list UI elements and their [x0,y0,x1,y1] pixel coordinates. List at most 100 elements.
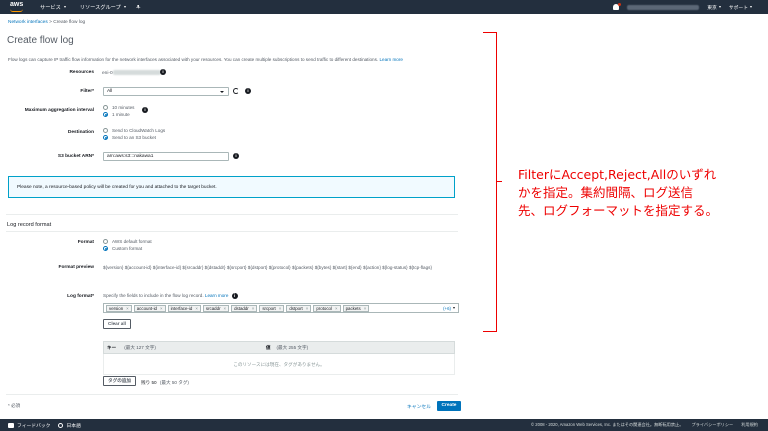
token-label: srcport [262,305,276,311]
radio-label: Send to CloudWatch Logs [112,127,166,133]
close-icon[interactable]: × [364,306,367,311]
notification-badge [618,3,622,6]
info-icon[interactable]: i [160,69,166,75]
token-label: account-id [136,305,157,311]
tag-key-header: キー [107,344,117,350]
breadcrumb-separator: > [49,20,52,25]
language-selector[interactable]: 日本語 [58,422,81,429]
page-description: Flow logs can capture IP traffic flow in… [8,57,403,62]
tags-empty-message: このリソースには現在、タグがありません。 [103,354,455,375]
support-menu[interactable]: サポート [729,4,752,11]
breadcrumb: Network interfaces > Create flow log [8,20,85,25]
destination-radio-group: Send to CloudWatch Logs Send to an S3 bu… [103,127,165,140]
add-tag-button[interactable]: タグの追加 [103,376,136,386]
learn-more-link[interactable]: Learn more [379,57,403,62]
token-srcaddr[interactable]: srcaddr × [202,304,230,312]
interval-label: Maximum aggregation interval [24,108,94,113]
cancel-button[interactable]: キャンセル [407,403,431,410]
tag-key-limit: (最大 127 文字) [124,344,156,350]
language-label: 日本語 [66,423,81,429]
create-button[interactable]: Create [437,401,461,411]
custom-format-radio[interactable]: Custom format [103,245,152,251]
tag-value-limit: (最大 255 文字) [276,344,309,350]
resources-value: eni-0 [102,70,161,76]
region-menu[interactable]: 東京 [707,4,721,11]
feedback-button[interactable]: フィードバック [8,422,50,429]
token-account-id[interactable]: account-id × [133,304,166,312]
token-srcport[interactable]: srcport × [259,304,285,312]
privacy-policy-link[interactable]: プライバシーポリシー [691,422,733,428]
format-preview-label: Format preview [58,265,94,270]
aws-logo[interactable]: aws [8,1,26,13]
breadcrumb-network-interfaces[interactable]: Network interfaces [8,20,48,25]
filter-select[interactable]: All [103,87,229,96]
radio-button[interactable] [103,238,108,244]
filter-label: Filter* [80,89,94,94]
bell-icon[interactable] [613,3,622,10]
token-label: protocol [316,305,332,311]
filter-row: Filter* [0,89,98,94]
close-icon[interactable]: × [160,306,163,311]
close-icon[interactable]: × [126,306,129,311]
divider [6,231,458,232]
close-icon[interactable]: × [252,306,255,311]
support-label: サポート [728,5,748,11]
resources-id-redacted [112,70,161,75]
log-record-format-title: Log record format [7,222,52,228]
required-note: * 必須 [8,403,21,408]
clear-all-button[interactable]: Clear all [103,319,131,329]
info-icon[interactable]: i [245,88,251,94]
radio-button-selected[interactable] [103,134,108,140]
token-label: interface-id [170,305,193,311]
close-icon[interactable]: × [335,306,338,311]
feedback-label: フィードバック [17,423,51,429]
interval-10-minutes-radio[interactable]: 10 minutes [103,104,134,110]
learn-more-link[interactable]: Learn more [205,293,229,298]
radio-label: Send to an S3 bucket [112,134,156,140]
token-packets[interactable]: packets × [342,304,370,312]
chevron-down-icon [750,6,752,8]
pin-icon[interactable] [135,4,141,10]
radio-button[interactable] [103,127,108,133]
refresh-icon[interactable] [233,88,239,94]
region-label: 東京 [707,5,717,11]
more-tokens-toggle[interactable]: (+6) [443,306,455,311]
account-menu-redacted[interactable] [627,4,700,10]
terms-link[interactable]: 利用規約 [741,422,758,428]
close-icon[interactable]: × [195,306,198,311]
token-version[interactable]: version × [106,304,132,312]
close-icon[interactable]: × [306,306,309,311]
interval-1-minute-radio[interactable]: 1 minute [103,111,134,117]
resource-groups-menu[interactable]: リソースグループ [80,4,126,11]
radio-button-selected[interactable] [103,245,108,251]
destination-s3-radio[interactable]: Send to an S3 bucket [103,134,165,140]
info-icon[interactable]: i [142,107,148,113]
chat-icon [8,422,14,428]
format-preview-text: ${version} ${account-id} ${interface-id}… [103,265,432,270]
token-protocol[interactable]: protocol × [313,304,341,312]
chevron-down-icon [63,6,66,8]
log-format-token-field[interactable]: version × account-id × interface-id × srcad… [103,303,459,313]
radio-label: AWS default format [112,238,152,244]
radio-button-selected[interactable] [103,111,108,117]
tags-max: (最大 50 タグ) [159,380,189,385]
services-menu[interactable]: サービス [40,4,66,11]
token-dstport[interactable]: dstport × [286,304,312,312]
token-label: dstport [289,305,303,311]
close-icon[interactable]: × [279,306,282,311]
token-dstaddr[interactable]: dstaddr × [231,304,258,312]
close-icon[interactable]: × [224,306,227,311]
aws-default-format-radio[interactable]: AWS default format [103,238,152,244]
aws-logo-text: aws [10,1,24,8]
resources-label: Resources [69,70,94,75]
destination-cloudwatch-radio[interactable]: Send to CloudWatch Logs [103,127,165,133]
info-icon[interactable]: i [233,153,239,159]
token-label: version [109,305,124,311]
tag-value-header: 値 [265,344,271,350]
token-interface-id[interactable]: interface-id × [167,304,201,312]
aws-smile-icon [10,9,23,12]
resources-id: eni-0 [102,70,113,76]
radio-button[interactable] [103,104,108,110]
info-icon[interactable]: i [231,293,238,299]
s3-arn-input[interactable]: arn:aws:s3:::nakawa1 [103,152,229,161]
